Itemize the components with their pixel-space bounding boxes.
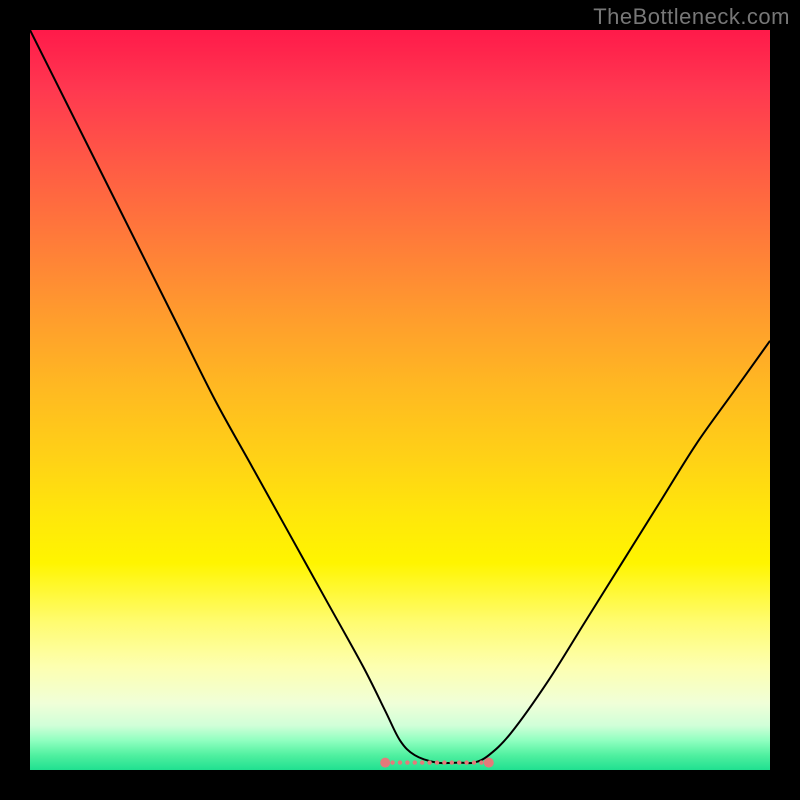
valley-marker-dot [464, 760, 468, 764]
valley-marker-dot [427, 760, 431, 764]
valley-marker-dot [413, 760, 417, 764]
watermark-text: TheBottleneck.com [593, 4, 790, 30]
valley-marker-dot [484, 758, 494, 768]
valley-marker-dot [442, 760, 446, 764]
valley-marker-dot [435, 760, 439, 764]
valley-marker-dot [405, 760, 409, 764]
valley-marker-dot [398, 760, 402, 764]
valley-marker-dot [390, 760, 394, 764]
bottleneck-curve [30, 30, 770, 770]
curve-line [30, 30, 770, 763]
chart-frame: TheBottleneck.com [0, 0, 800, 800]
valley-marker-dot [479, 760, 483, 764]
valley-marker-dot [420, 760, 424, 764]
valley-marker-dot [450, 760, 454, 764]
valley-marker-dot [380, 758, 390, 768]
valley-marker-dot [472, 760, 476, 764]
valley-marker-dot [457, 760, 461, 764]
